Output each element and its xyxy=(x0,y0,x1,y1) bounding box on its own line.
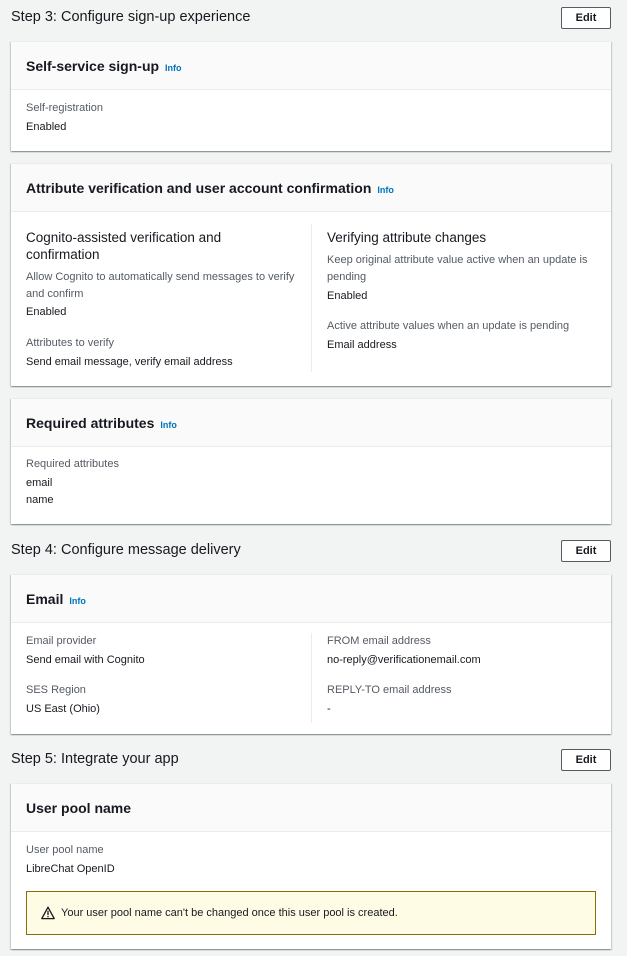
required-attributes-label: Required attributes xyxy=(26,458,119,470)
user-pool-name-label: User pool name xyxy=(26,844,104,856)
active-attribute-values-value: Email address xyxy=(327,339,397,351)
email-header: Email Info xyxy=(11,575,611,623)
verifying-attribute-changes-value: Enabled xyxy=(327,290,368,302)
step-5-header: Step 5: Integrate your app Edit xyxy=(11,749,611,773)
reply-to-email-value: - xyxy=(327,703,331,715)
required-attributes-header: Required attributes Info xyxy=(11,399,611,447)
self-registration-label: Self-registration xyxy=(26,102,104,114)
attribute-verification-header: Attribute verification and user account … xyxy=(11,164,611,212)
self-service-info-link[interactable]: Info xyxy=(165,63,182,73)
cognito-assisted-description: Allow Cognito to automatically send mess… xyxy=(26,271,295,300)
self-registration-value: Enabled xyxy=(26,121,67,133)
required-attribute-item: name xyxy=(26,494,54,506)
self-service-signup-panel: Self-service sign-up Info Self-registrat… xyxy=(11,41,611,151)
required-attribute-item: email xyxy=(26,477,53,489)
required-attributes-title: Required attributes xyxy=(26,414,155,431)
step-4-header: Step 4: Configure message delivery Edit xyxy=(11,540,611,564)
verifying-attribute-changes-description: Keep original attribute value active whe… xyxy=(327,254,588,283)
warning-triangle-icon xyxy=(41,906,55,920)
step-4-title: Step 4: Configure message delivery xyxy=(11,542,241,558)
cognito-assisted-value: Enabled xyxy=(26,306,67,318)
step-3-edit-button[interactable]: Edit xyxy=(561,7,611,29)
email-info-link[interactable]: Info xyxy=(69,596,86,606)
user-pool-name-title: User pool name xyxy=(26,799,132,816)
attribute-verification-panel: Attribute verification and user account … xyxy=(11,163,611,386)
email-provider-label: Email provider xyxy=(26,635,97,647)
verifying-attribute-changes-heading: Verifying attribute changes xyxy=(327,230,487,245)
warning-alert: Your user pool name can't be changed onc… xyxy=(26,891,596,935)
active-attribute-values-label: Active attribute values when an update i… xyxy=(327,320,570,332)
user-pool-name-panel: User pool name User pool name LibreChat … xyxy=(11,783,611,949)
self-service-signup-title: Self-service sign-up xyxy=(26,57,160,74)
from-email-value: no-reply@verificationemail.com xyxy=(327,654,481,666)
ses-region-label: SES Region xyxy=(26,684,86,696)
step-5-edit-button[interactable]: Edit xyxy=(561,749,611,771)
ses-region-value: US East (Ohio) xyxy=(26,703,100,715)
attributes-to-verify-value: Send email message, verify email address xyxy=(26,356,233,368)
email-provider-value: Send email with Cognito xyxy=(26,654,145,666)
step-3-title: Step 3: Configure sign-up experience xyxy=(11,9,251,25)
column-divider xyxy=(311,224,312,372)
from-email-label: FROM email address xyxy=(327,635,431,647)
self-service-signup-header: Self-service sign-up Info xyxy=(11,42,611,90)
attribute-verification-info-link[interactable]: Info xyxy=(377,185,394,195)
required-attributes-panel: Required attributes Info Required attrib… xyxy=(11,398,611,524)
user-pool-name-value: LibreChat OpenID xyxy=(26,863,115,875)
cognito-assisted-heading: Cognito-assisted verification and confir… xyxy=(26,230,222,262)
step-3-header: Step 3: Configure sign-up experience Edi… xyxy=(11,7,611,31)
email-title: Email xyxy=(26,590,64,607)
required-attributes-info-link[interactable]: Info xyxy=(160,420,177,430)
step-5-title: Step 5: Integrate your app xyxy=(11,751,179,767)
attribute-verification-title: Attribute verification and user account … xyxy=(26,179,372,196)
email-panel: Email Info Email provider Send email wit… xyxy=(11,574,611,734)
user-pool-name-header: User pool name xyxy=(11,784,611,832)
warning-text: Your user pool name can't be changed onc… xyxy=(61,907,398,919)
reply-to-email-label: REPLY-TO email address xyxy=(327,684,452,696)
step-4-edit-button[interactable]: Edit xyxy=(561,540,611,562)
column-divider xyxy=(311,633,312,723)
attributes-to-verify-label: Attributes to verify xyxy=(26,337,115,349)
